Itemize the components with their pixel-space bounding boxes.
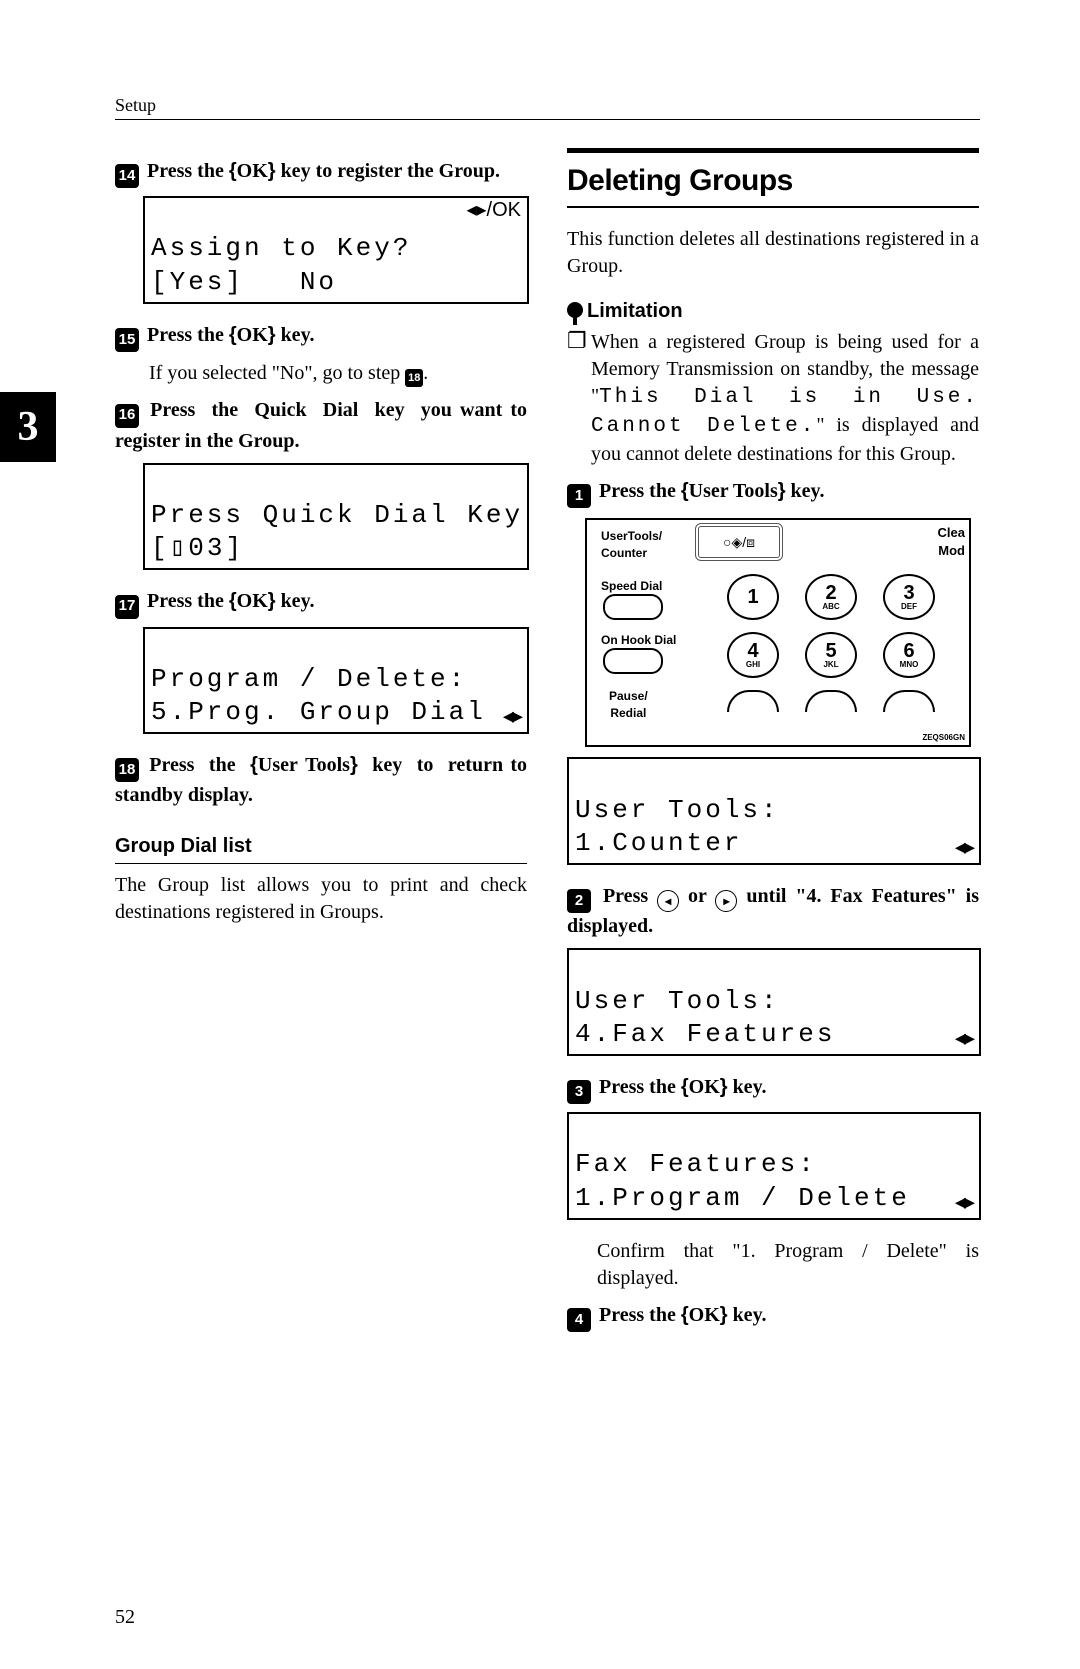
panel-usertools-button: ○◈/⧈ [695,523,783,561]
lcd-line: Assign to Key? [151,233,411,263]
step-17: 17 Press the {OK} key. [115,588,527,618]
section-rule-bottom [567,206,979,208]
group-dial-body: The Group list allows you to print and c… [115,872,527,926]
dialkey-8 [805,690,857,712]
dialkey-6: 6MNO [883,632,935,678]
dialkey-1: 1 [727,574,779,620]
panel-label-clear: CleaMod [938,524,965,559]
bullet-icon: ❐ [567,329,591,469]
limitation-icon [567,302,583,318]
limitation-label: Limitation [567,298,979,325]
dialkey-7 [727,690,779,712]
step-ref-icon: 18 [405,369,423,387]
lcd-program: Program / Delete: 5.Prog. Group Dial ◂▸ [143,627,529,735]
step-number-icon: 14 [115,164,139,188]
step-r3: 3 Press the {OK} key. [567,1074,979,1104]
panel-onhook-button [603,648,663,674]
lcd-line: 1.Counter [575,828,742,858]
step-15: 15 Press the {OK} key. [115,322,527,352]
lcd-line: Fax Features: [575,1149,817,1179]
limitation-bullet: ❐ When a registered Group is being used … [567,329,979,469]
dialkey-5: 5JKL [805,632,857,678]
step-number-icon: 16 [115,404,139,428]
step-r1: 1 Press the {User Tools} key. [567,478,979,508]
right-arrow-key-icon: ▸ [715,890,737,912]
step-number-icon: 4 [567,1308,591,1332]
panel-label-pause: Pause/ Redial [609,688,648,720]
dialkey-4: 4GHI [727,632,779,678]
lcd-arrows-icon: ◂▸ [955,1024,973,1052]
step-r3-body: Confirm that "1. Program / Delete" is di… [597,1238,979,1292]
lcd-line: 5.Prog. Group Dial [151,697,486,727]
dialkey-9 [883,690,935,712]
lcd-line: 1.Program / Delete [575,1183,910,1213]
group-dial-list-heading: Group Dial list [115,833,527,864]
intro-text: This function deletes all destinations r… [567,226,979,280]
lcd-arrows-icon: ◂▸ [955,1188,973,1216]
dialkey-3: 3DEF [883,574,935,620]
panel-illustration: UserTools/Counter ○◈/⧈ CleaMod Speed Dia… [585,518,971,747]
step-18: 18 Press the {User Tools} key to return … [115,752,527,809]
step-16: 16 Press the Quick Dial key you want to … [115,397,527,454]
content-columns: 14 Press the {OK} key to register the Gr… [115,148,980,1340]
step-15-body: If you selected "No", go to step 18. [149,360,527,387]
lcd-progdelete: Fax Features: 1.Program / Delete ◂▸ [567,1112,981,1220]
lcd-ok-icon: ◂▸/OK [466,198,521,224]
lcd-line: [▯03] [151,533,244,563]
lcd-line: Press Quick Dial Key [151,500,523,530]
lcd-line: Program / Delete: [151,664,467,694]
lcd-arrows-icon: ◂▸ [503,702,521,730]
section-title: Deleting Groups [567,161,979,202]
lcd-arrows-icon: ◂▸ [955,833,973,861]
lcd-line: 4.Fax Features [575,1019,835,1049]
step-r4: 4 Press the {OK} key. [567,1302,979,1332]
lcd-line: User Tools: [575,795,780,825]
lcd-line: User Tools: [575,986,780,1016]
panel-label-usertools: UserTools/Counter [601,528,662,560]
lcd-usertools: User Tools: 1.Counter ◂▸ [567,757,981,865]
page: Setup 14 Press the {OK} key to register … [0,0,1080,1380]
left-arrow-key-icon: ◂ [657,890,679,912]
page-number: 52 [115,1606,135,1629]
left-column: 14 Press the {OK} key to register the Gr… [115,148,527,1340]
panel-label-speeddial: Speed Dial [601,578,662,594]
lcd-faxfeatures: User Tools: 4.Fax Features ◂▸ [567,948,981,1056]
panel-label-onhook: On Hook Dial [601,632,676,648]
step-number-icon: 17 [115,595,139,619]
step-number-icon: 15 [115,328,139,352]
step-number-icon: 1 [567,484,591,508]
dialkey-2: 2ABC [805,574,857,620]
lcd-assign: Assign to Key? ◂▸/OK [Yes] No [143,196,529,304]
right-column: Deleting Groups This function deletes al… [567,148,979,1340]
step-r2: 2 Press ◂ or ▸ until "4. Fax Features" i… [567,883,979,940]
step-number-icon: 2 [567,889,591,913]
step-number-icon: 3 [567,1080,591,1104]
step-number-icon: 18 [115,758,139,782]
panel-speeddial-button [603,594,663,620]
header-label: Setup [115,95,980,119]
header-rule: Setup [115,95,980,120]
lcd-line: [Yes] No [151,267,337,297]
step-14: 14 Press the {OK} key to register the Gr… [115,158,527,188]
panel-code: ZEQS06GN [922,733,965,744]
lcd-quickdial: Press Quick Dial Key [▯03] [143,463,529,571]
section-rule-top [567,148,979,153]
